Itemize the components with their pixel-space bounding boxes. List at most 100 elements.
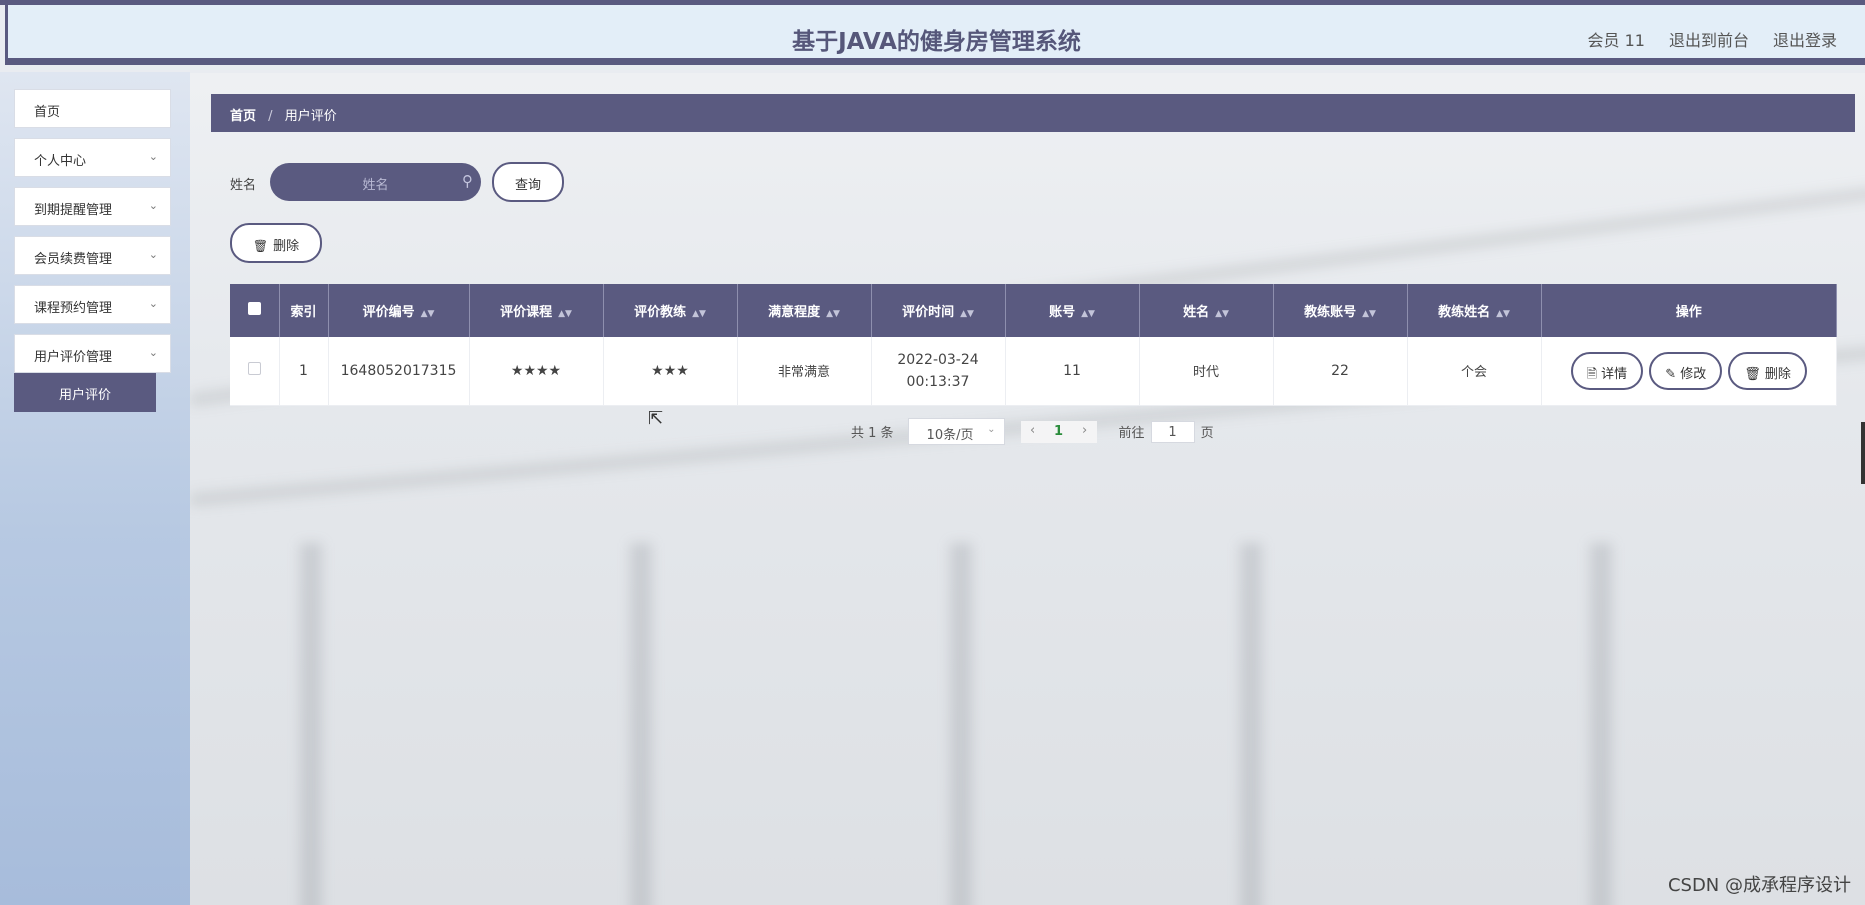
breadcrumb-current: 用户评价	[284, 109, 337, 124]
chevron-down-icon: ⌄	[148, 150, 158, 163]
goto-page-input[interactable]: 1	[1150, 420, 1195, 443]
cell-coach-account: 22	[1273, 337, 1408, 406]
sidebar-item-label: 用户评价管理	[34, 350, 113, 365]
header-select-all[interactable]	[230, 284, 280, 337]
chevron-down-icon: ⌄	[148, 346, 158, 359]
header-review-time[interactable]: 评价时间 ▲▼	[871, 284, 1006, 337]
bg-pole	[300, 543, 322, 905]
table-row: 1 1648052017315 ★★★★ ★★★ 非常满意 2022-03-24…	[230, 337, 1837, 406]
cell-actions: 🗎 详情 ✎ 修改 🗑 删除	[1541, 337, 1837, 406]
row-select-cell[interactable]	[230, 337, 280, 406]
cell-satisfaction: 非常满意	[737, 337, 872, 406]
cell-course-rating: ★★★★	[469, 337, 604, 406]
cell-index: 1	[279, 337, 329, 406]
next-page-button[interactable]: ›	[1072, 420, 1097, 443]
sort-icon[interactable]: ▲▼	[1215, 309, 1229, 319]
cell-coach-name: 个会	[1407, 337, 1542, 406]
header-label: 教练账号	[1304, 305, 1357, 320]
total-count: 共 1 条	[851, 426, 894, 441]
exit-to-frontend-link[interactable]: 退出到前台	[1669, 27, 1749, 51]
search-icon: ⚲	[462, 172, 473, 190]
header-review-no[interactable]: 评价编号 ▲▼	[328, 284, 470, 337]
breadcrumb-home[interactable]: 首页	[230, 109, 256, 124]
member-link[interactable]: 会员 11	[1588, 27, 1645, 51]
breadcrumb-separator: /	[268, 109, 273, 124]
app-header: 基于JAVA的健身房管理系统 会员 11 退出到前台 退出登录	[5, 5, 1865, 65]
header-label: 姓名	[1183, 305, 1210, 320]
header-label: 评价课程	[500, 305, 553, 320]
bg-pole	[1240, 543, 1262, 905]
header-label: 满意程度	[768, 305, 821, 320]
pencil-icon: ✎	[1665, 366, 1677, 382]
sidebar-item-home[interactable]: 首页	[14, 89, 171, 128]
delete-button[interactable]: 🗑 删除	[1728, 351, 1807, 390]
cell-coach-rating: ★★★	[603, 337, 738, 406]
header-coach-name[interactable]: 教练姓名 ▲▼	[1407, 284, 1542, 337]
edit-button[interactable]: ✎ 修改	[1649, 351, 1723, 390]
scrollbar-thumb[interactable]	[1861, 422, 1865, 484]
sidebar-item-label: 课程预约管理	[34, 301, 113, 316]
header-coach-rating[interactable]: 评价教练 ▲▼	[603, 284, 738, 337]
header-satisfaction[interactable]: 满意程度 ▲▼	[737, 284, 872, 337]
sort-icon[interactable]: ▲▼	[1496, 309, 1510, 319]
select-all-checkbox[interactable]	[247, 302, 261, 315]
detail-label: 详情	[1601, 366, 1628, 382]
mouse-cursor-icon: ⇱	[648, 408, 664, 429]
cell-review-time: 2022-03-24 00:13:37	[871, 337, 1006, 406]
page-size-select[interactable]: 10条/页 ⌄	[907, 418, 1005, 445]
batch-delete-label: 删除	[273, 239, 300, 254]
sidebar: 首页 个人中心 ⌄ 到期提醒管理 ⌄ 会员续费管理 ⌄ 课程预约管理 ⌄ 用户评…	[0, 72, 190, 905]
sidebar-item-label: 到期提醒管理	[34, 203, 113, 218]
sidebar-item-label: 个人中心	[34, 154, 87, 169]
page-number-current[interactable]: 1	[1044, 420, 1073, 443]
sidebar-item-label: 首页	[34, 105, 61, 120]
sidebar-item-course-booking[interactable]: 课程预约管理 ⌄	[14, 285, 171, 324]
page-suffix: 页	[1200, 426, 1214, 441]
cell-account: 11	[1005, 337, 1140, 406]
logout-link[interactable]: 退出登录	[1773, 27, 1837, 51]
chevron-left-icon: ‹	[1029, 422, 1036, 438]
header-course-rating[interactable]: 评价课程 ▲▼	[469, 284, 604, 337]
sort-icon[interactable]: ▲▼	[692, 309, 706, 319]
app-title: 基于JAVA的健身房管理系统	[792, 29, 1081, 55]
chevron-down-icon: ⌄	[148, 199, 158, 212]
sort-icon[interactable]: ▲▼	[826, 309, 840, 319]
delete-label: 删除	[1764, 366, 1791, 382]
batch-delete-button[interactable]: 🗑 删除	[230, 223, 322, 263]
prev-page-button[interactable]: ‹	[1020, 420, 1045, 443]
header-actions: 操作	[1541, 284, 1837, 337]
header-label: 评价教练	[634, 305, 687, 320]
header-coach-account[interactable]: 教练账号 ▲▼	[1273, 284, 1408, 337]
sort-icon[interactable]: ▲▼	[558, 309, 572, 319]
watermark: CSDN @成承程序设计	[1667, 875, 1851, 896]
name-search-input[interactable]: 姓名 ⚲	[270, 163, 481, 201]
header-label: 评价编号	[362, 305, 415, 320]
header-label: 账号	[1049, 305, 1076, 320]
row-checkbox[interactable]	[247, 362, 261, 376]
sidebar-item-renewal[interactable]: 会员续费管理 ⌄	[14, 236, 171, 275]
header-account[interactable]: 账号 ▲▼	[1005, 284, 1140, 337]
sort-icon[interactable]: ▲▼	[1081, 309, 1095, 319]
header-name[interactable]: 姓名 ▲▼	[1139, 284, 1274, 337]
cell-name: 时代	[1139, 337, 1274, 406]
search-placeholder: 姓名	[362, 178, 389, 193]
document-icon: 🗎	[1586, 366, 1598, 382]
table-header-row: 索引 评价编号 ▲▼ 评价课程 ▲▼ 评价教练 ▲▼ 满意程度 ▲▼ 评价时间 ▲▼ 账号…	[230, 284, 1837, 337]
sort-icon[interactable]: ▲▼	[1362, 309, 1376, 319]
goto-label: 前往	[1118, 426, 1145, 441]
sidebar-item-expiry-reminder[interactable]: 到期提醒管理 ⌄	[14, 187, 171, 226]
search-label: 姓名	[230, 178, 257, 193]
sort-icon[interactable]: ▲▼	[960, 309, 974, 319]
query-button[interactable]: 查询	[492, 162, 564, 202]
sidebar-item-personal-center[interactable]: 个人中心 ⌄	[14, 138, 171, 177]
header-label: 教练姓名	[1438, 305, 1491, 320]
trash-icon: 🗑	[1744, 366, 1761, 382]
detail-button[interactable]: 🗎 详情	[1570, 351, 1644, 390]
pagination: 共 1 条 10条/页 ⌄ ‹ 1 › 前往 1 页	[851, 418, 1214, 445]
sidebar-item-review-management[interactable]: 用户评价管理 ⌄	[14, 334, 171, 373]
trash-icon: 🗑	[252, 239, 269, 253]
chevron-right-icon: ›	[1081, 422, 1088, 438]
breadcrumb: 首页 / 用户评价	[211, 94, 1855, 132]
sidebar-subitem-user-review[interactable]: 用户评价	[14, 373, 156, 412]
sort-icon[interactable]: ▲▼	[421, 309, 435, 319]
